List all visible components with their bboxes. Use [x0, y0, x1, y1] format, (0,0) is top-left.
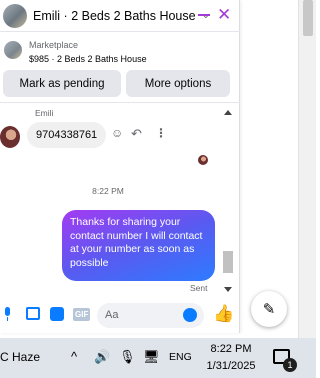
- speaker-icon[interactable]: 🔊: [94, 349, 110, 365]
- microphone-icon[interactable]: [3, 307, 11, 321]
- close-icon[interactable]: ✕: [217, 5, 231, 25]
- react-icon[interactable]: ☺: [111, 126, 123, 140]
- scroll-down-icon[interactable]: [224, 287, 232, 292]
- listing-thumbnail: [4, 41, 22, 59]
- network-icon[interactable]: 🖥: [143, 349, 160, 365]
- incoming-message[interactable]: 9704338761: [27, 122, 107, 148]
- message-input[interactable]: Aa: [97, 303, 204, 328]
- marketplace-label: Marketplace: [29, 40, 79, 50]
- chat-header[interactable]: Emili · 2 Beds 2 Baths House ⌄ ✕: [0, 0, 240, 32]
- message-input-placeholder: Aa: [105, 309, 119, 321]
- outgoing-message[interactable]: Thanks for sharing your contact number I…: [62, 210, 215, 281]
- taskbar: C Haze ^ 🔊 🎙 🖥 ENG 8:22 PM 1/31/2025 1: [0, 338, 316, 378]
- sender-avatar[interactable]: [0, 126, 20, 148]
- minimize-icon[interactable]: [198, 14, 210, 16]
- more-icon[interactable]: ⋮: [155, 126, 167, 140]
- gif-icon[interactable]: GIF: [73, 308, 91, 321]
- clock-date[interactable]: 1/31/2025: [204, 360, 258, 372]
- seen-avatar: [198, 155, 208, 165]
- message-status: Sent: [190, 283, 208, 293]
- chevron-up-icon[interactable]: ^: [71, 349, 77, 364]
- message-scrollbar-thumb[interactable]: [223, 251, 233, 273]
- sender-name: Emili: [35, 108, 54, 118]
- notification-badge: 1: [283, 358, 297, 372]
- time-separator: 8:22 PM: [92, 186, 124, 196]
- message-scrollbar[interactable]: [222, 106, 234, 292]
- sticker-icon[interactable]: [50, 307, 64, 321]
- page-scrollbar[interactable]: [298, 0, 316, 338]
- chat-title[interactable]: Emili · 2 Beds 2 Baths House: [33, 9, 196, 23]
- page-scrollbar-thumb[interactable]: [303, 0, 313, 36]
- image-icon[interactable]: [26, 307, 40, 320]
- clock-time[interactable]: 8:22 PM: [204, 343, 258, 355]
- scroll-up-icon[interactable]: [224, 110, 232, 115]
- composer: GIF Aa 👍: [0, 296, 240, 334]
- listing-avatar: [3, 3, 27, 28]
- microphone-tray-icon[interactable]: 🎙: [119, 349, 136, 365]
- listing-info[interactable]: $985 · 2 Beds 2 Baths House: [29, 54, 147, 64]
- more-options-button[interactable]: More options: [126, 70, 230, 97]
- compose-icon[interactable]: ✎: [251, 291, 287, 327]
- language-indicator[interactable]: ENG: [169, 351, 192, 363]
- emoji-icon[interactable]: [183, 308, 197, 322]
- chat-window: Emili · 2 Beds 2 Baths House ⌄ ✕ Marketp…: [0, 0, 240, 333]
- mark-pending-button[interactable]: Mark as pending: [3, 70, 121, 97]
- message-list: Emili 9704338761 ☺ ↶ ⋮ 8:22 PM Thanks fo…: [0, 104, 240, 294]
- reply-icon[interactable]: ↶: [131, 126, 142, 142]
- weather-widget[interactable]: C Haze: [0, 350, 40, 364]
- thumbs-up-icon[interactable]: 👍: [213, 304, 234, 324]
- marketplace-panel: Marketplace $985 · 2 Beds 2 Baths House …: [0, 33, 240, 103]
